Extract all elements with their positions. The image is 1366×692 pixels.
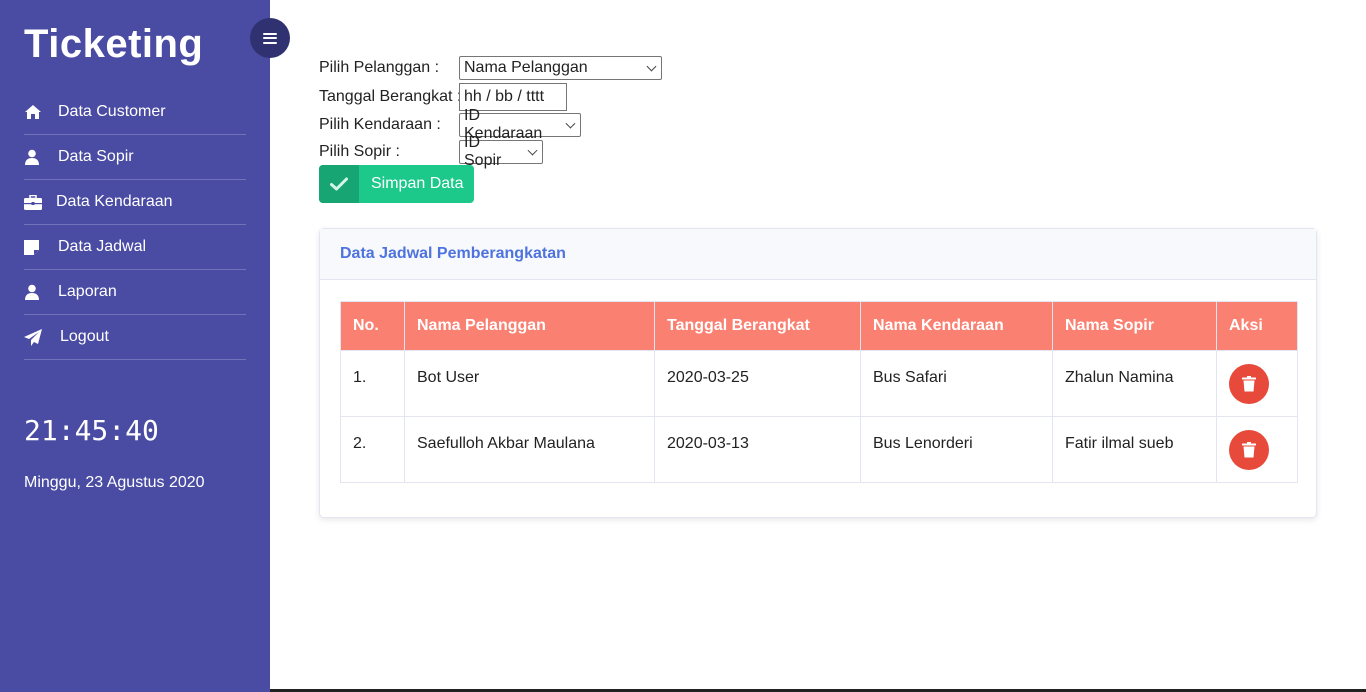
check-icon	[319, 165, 359, 203]
card-title: Data Jadwal Pemberangkatan	[320, 229, 1316, 280]
sidebar-toggle-button[interactable]	[250, 18, 290, 58]
sidebar-item-label: Logout	[60, 328, 109, 345]
sidebar-item-data-sopir[interactable]: Data Sopir	[24, 135, 246, 180]
sidebar-item-data-jadwal[interactable]: Data Jadwal	[24, 225, 246, 270]
pelanggan-select-value: Nama Pelanggan	[464, 59, 588, 76]
column-header-no: No.	[340, 301, 405, 351]
delete-button[interactable]	[1229, 429, 1269, 470]
sidebar-item-label: Data Jadwal	[58, 238, 147, 255]
table-header-row: No. Nama Pelanggan Tanggal Berangkat Nam…	[340, 301, 1298, 351]
menu-icon	[263, 32, 277, 44]
delete-button[interactable]	[1229, 363, 1269, 404]
cell-nama-kendaraan: Bus Safari	[860, 350, 1053, 417]
cell-tanggal-berangkat: 2020-03-13	[654, 416, 861, 483]
sidebar-item-label: Data Sopir	[58, 148, 134, 165]
cell-nama-pelanggan: Bot User	[404, 350, 655, 417]
sidebar-item-label: Data Customer	[58, 103, 166, 120]
chevron-down-icon	[527, 145, 538, 155]
cell-tanggal-berangkat: 2020-03-25	[654, 350, 861, 417]
clock: 21:45:40	[24, 414, 159, 447]
column-header-nama-pelanggan: Nama Pelanggan	[404, 301, 655, 351]
user-icon	[24, 284, 58, 300]
briefcase-icon	[24, 194, 56, 210]
sticky-note-icon	[24, 239, 58, 255]
column-header-aksi: Aksi	[1216, 301, 1298, 351]
sidebar: Ticketing Data Customer Data Sopir Data …	[0, 0, 270, 692]
brand-title[interactable]: Ticketing	[24, 22, 203, 67]
sidebar-item-data-kendaraan[interactable]: Data Kendaraan	[24, 180, 246, 225]
sopir-select-value: ID Sopir	[464, 134, 502, 169]
cell-nama-pelanggan: Saefulloh Akbar Maulana	[404, 416, 655, 483]
cell-nama-sopir: Zhalun Namina	[1052, 350, 1217, 417]
sidebar-item-laporan[interactable]: Laporan	[24, 270, 246, 315]
pelanggan-label: Pilih Pelanggan :	[319, 59, 440, 76]
save-button[interactable]: Simpan Data	[319, 165, 474, 203]
schedule-card: Data Jadwal Pemberangkatan No. Nama Pela…	[319, 228, 1317, 518]
cell-nama-kendaraan: Bus Lenorderi	[860, 416, 1053, 483]
form-row-pelanggan: Pilih Pelanggan : Nama Pelanggan	[319, 56, 662, 80]
sopir-label: Pilih Sopir :	[319, 143, 400, 160]
table-row: 1. Bot User 2020-03-25 Bus Safari Zhalun…	[340, 350, 1298, 417]
sidebar-nav: Data Customer Data Sopir Data Kendaraan …	[24, 90, 246, 360]
schedule-form: Pilih Pelanggan : Nama Pelanggan Tanggal…	[319, 56, 662, 169]
column-header-nama-kendaraan: Nama Kendaraan	[860, 301, 1053, 351]
sidebar-item-label: Data Kendaraan	[56, 193, 173, 210]
column-header-tanggal-berangkat: Tanggal Berangkat	[654, 301, 861, 351]
form-row-sopir: Pilih Sopir : ID Sopir	[319, 134, 662, 169]
save-button-label: Simpan Data	[371, 175, 464, 192]
sopir-select[interactable]: ID Sopir	[459, 134, 543, 169]
pelanggan-select[interactable]: Nama Pelanggan	[459, 56, 662, 80]
chevron-down-icon	[646, 61, 657, 71]
sidebar-item-data-customer[interactable]: Data Customer	[24, 90, 246, 135]
paper-plane-icon	[24, 328, 60, 346]
sidebar-item-logout[interactable]: Logout	[24, 315, 246, 360]
home-icon	[24, 104, 58, 120]
sidebar-item-label: Laporan	[58, 283, 117, 300]
cell-nama-sopir: Fatir ilmal sueb	[1052, 416, 1217, 483]
user-icon	[24, 149, 58, 165]
cell-aksi	[1216, 416, 1298, 483]
tanggal-label: Tanggal Berangkat :	[319, 88, 462, 105]
column-header-nama-sopir: Nama Sopir	[1052, 301, 1217, 351]
cell-no: 2.	[340, 416, 405, 483]
cell-aksi	[1216, 350, 1298, 417]
kendaraan-label: Pilih Kendaraan :	[319, 116, 441, 133]
chevron-down-icon	[565, 118, 576, 128]
schedule-table: No. Nama Pelanggan Tanggal Berangkat Nam…	[340, 301, 1298, 483]
trash-icon	[1242, 375, 1256, 391]
cell-no: 1.	[340, 350, 405, 417]
tanggal-input-value: hh / bb / tttt	[464, 88, 545, 105]
current-date: Minggu, 23 Agustus 2020	[24, 474, 205, 491]
table-row: 2. Saefulloh Akbar Maulana 2020-03-13 Bu…	[340, 416, 1298, 483]
trash-icon	[1242, 441, 1256, 457]
